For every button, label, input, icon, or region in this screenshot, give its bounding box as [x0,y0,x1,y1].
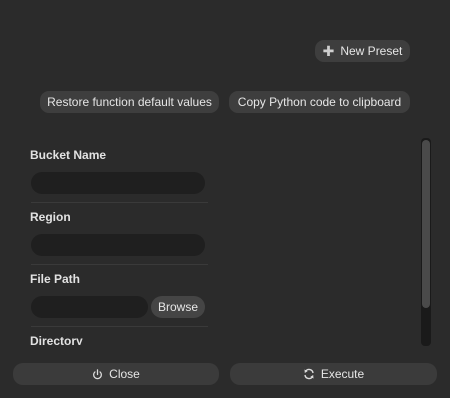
copy-python-code-button[interactable]: Copy Python code to clipboard [229,91,410,113]
refresh-icon [304,368,314,380]
form-clip-edge [0,345,440,363]
plus-icon: ✚ [322,42,335,59]
new-preset-label: New Preset [340,44,403,58]
close-label: Close [109,367,140,381]
file-path-label: File Path [30,272,81,286]
execute-button[interactable]: Execute [230,363,437,385]
bucket-name-input[interactable] [31,172,205,194]
new-preset-button[interactable]: ✚ New Preset [315,40,410,62]
divider [31,264,208,265]
region-input[interactable] [31,234,205,256]
execute-label: Execute [320,367,365,381]
close-button[interactable]: Close [13,363,219,385]
divider [31,202,208,203]
bucket-name-label: Bucket Name [30,148,107,162]
restore-defaults-button[interactable]: Restore function default values [40,91,219,113]
file-path-input[interactable] [31,296,148,318]
power-icon [93,368,103,379]
scrollbar-thumb[interactable] [422,140,430,308]
divider [31,326,208,327]
form-scrollbar[interactable] [421,138,431,346]
region-label: Region [30,210,71,224]
browse-button[interactable]: Browse [151,296,205,318]
